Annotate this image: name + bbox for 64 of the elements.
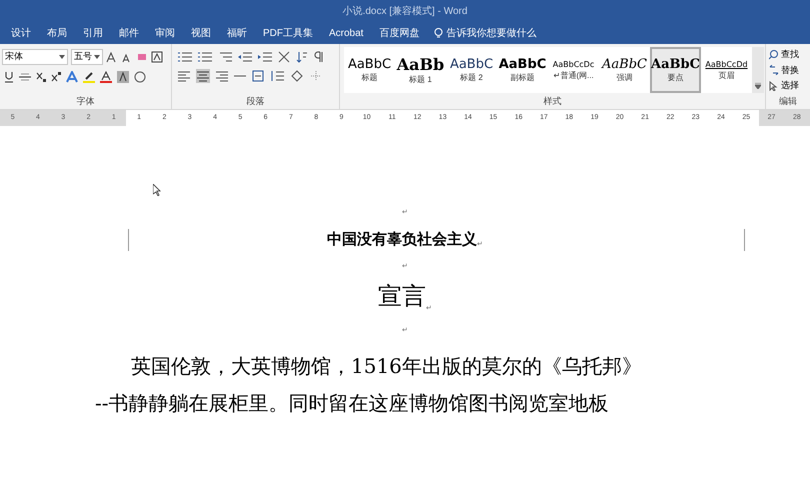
ribbon-tab[interactable]: 邮件 (112, 22, 146, 44)
increase-indent-icon[interactable] (258, 51, 272, 63)
style-gallery-item[interactable]: AaBbCcDc ↵普通(网... (548, 47, 599, 93)
ribbon-tab[interactable]: 设计 (4, 22, 38, 44)
subscript-icon[interactable] (36, 71, 46, 83)
distributed-icon[interactable] (252, 70, 264, 82)
align-center-icon[interactable] (196, 69, 210, 83)
ribbon-tab[interactable]: PDF工具集 (256, 22, 320, 44)
document-title: 宣言 (378, 281, 426, 312)
ribbon-tab[interactable]: 百度网盘 (372, 22, 426, 44)
decrease-indent-icon[interactable] (238, 51, 252, 63)
character-border-icon[interactable] (151, 51, 163, 63)
group-label: 样式 (542, 94, 562, 108)
bullet-list-icon[interactable] (178, 51, 192, 63)
lightbulb-icon (434, 28, 444, 38)
replace-icon (769, 65, 779, 76)
pointer-icon (769, 80, 779, 91)
grow-font-icon[interactable] (106, 51, 118, 63)
numbered-list-icon[interactable] (198, 51, 212, 63)
multilevel-list-icon[interactable] (218, 51, 232, 63)
editing-command[interactable]: 选择 (769, 79, 810, 92)
ribbon-tab[interactable]: 福昕 (220, 22, 254, 44)
tell-me-field[interactable]: 告诉我你想要做什么 (446, 26, 556, 40)
sort-icon[interactable] (296, 51, 308, 63)
font-family-field[interactable]: 宋体 (2, 49, 68, 65)
body-text-line: --书静静躺在展柜里。同时留在这座博物馆图书阅览室地板 (95, 390, 610, 417)
superscript-icon[interactable] (51, 71, 61, 83)
align-right-icon[interactable] (216, 70, 228, 82)
paragraph-mark-icon[interactable] (314, 51, 324, 63)
ribbon-tab[interactable]: 布局 (40, 22, 74, 44)
document-subtitle: 中国没有辜负社会主义 (327, 228, 477, 250)
ribbon-tab[interactable]: Acrobat (322, 22, 370, 44)
editing-command[interactable]: 替换 (769, 64, 810, 77)
ribbon-tab[interactable]: 视图 (184, 22, 218, 44)
align-left-icon[interactable] (178, 70, 190, 82)
strikethrough-icon[interactable] (19, 71, 31, 83)
character-shading-icon[interactable] (117, 71, 129, 83)
font-color-icon[interactable] (100, 71, 112, 83)
style-gallery-item[interactable]: AaBbCcDd 页眉 (701, 47, 752, 93)
font-size-field[interactable]: 五号 (71, 49, 103, 65)
style-gallery-item[interactable]: AaBbC 副标题 (497, 47, 548, 93)
search-icon (769, 50, 779, 60)
style-gallery-item[interactable]: AaBbC 强调 (599, 47, 650, 93)
more-icon (755, 83, 761, 89)
caret-icon (94, 55, 100, 59)
caret-icon (59, 55, 65, 59)
mouse-cursor-icon (153, 184, 161, 196)
line-spacing-icon[interactable] (270, 70, 284, 82)
ribbon-tab[interactable]: 引用 (76, 22, 110, 44)
highlighter-icon[interactable] (83, 71, 95, 83)
group-label: 编辑 (778, 94, 798, 108)
window-title: 小说.docx [兼容模式] - Word (342, 4, 468, 18)
style-gallery-item[interactable]: AaBbC 标题 (344, 47, 395, 93)
style-gallery-item[interactable]: AaBbC 标题 2 (446, 47, 497, 93)
editing-command[interactable]: 查找 (769, 48, 810, 62)
group-label: 段落 (246, 94, 266, 108)
text-effects-icon[interactable] (66, 71, 78, 83)
group-label: 字体 (76, 94, 96, 108)
body-text-line: 英国伦敦，大英博物馆，1516年出版的莫尔的《乌托邦》 (130, 353, 643, 380)
gallery-scrollbar[interactable] (752, 47, 764, 93)
underline-icon[interactable] (4, 71, 14, 83)
style-gallery-item[interactable]: AaBb 标题 1 (395, 47, 446, 93)
style-gallery-item[interactable]: AaBbC 要点 (650, 47, 701, 93)
ribbon-tab[interactable]: 审阅 (148, 22, 182, 44)
